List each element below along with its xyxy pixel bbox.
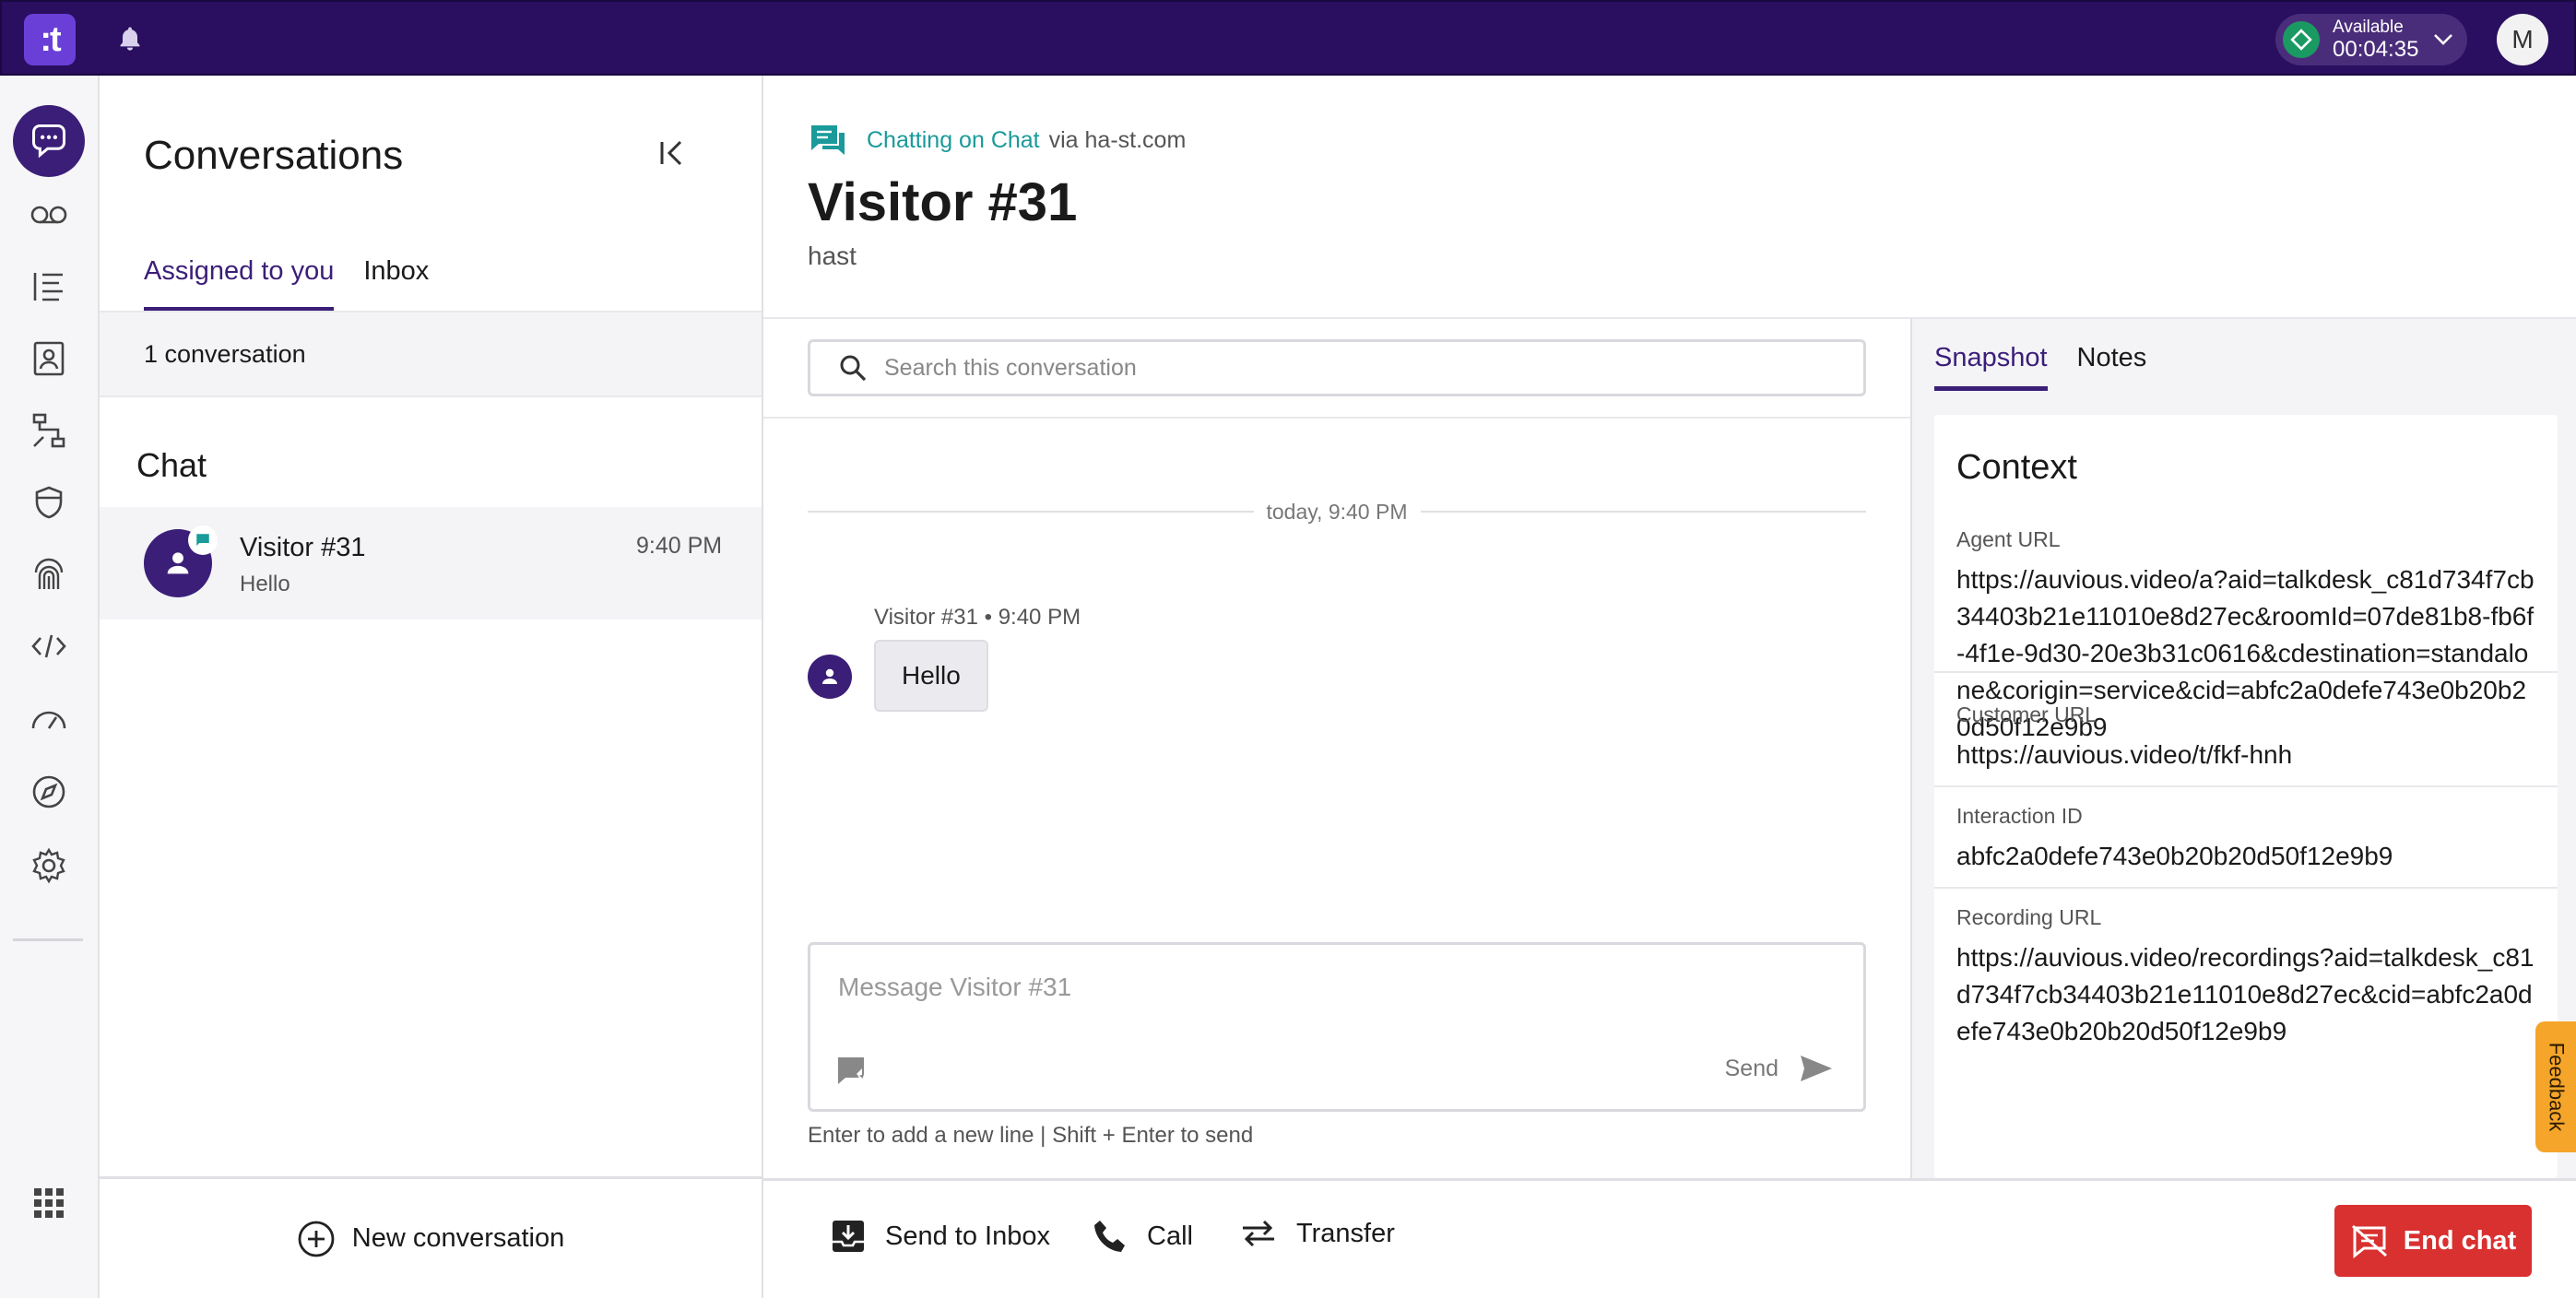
list-icon[interactable] (13, 251, 85, 323)
tab-snapshot[interactable]: Snapshot (1934, 343, 2048, 391)
status-selector[interactable]: Available 00:04:35 (2275, 14, 2467, 65)
visitor-subtitle: hast (808, 242, 857, 270)
recording-url-field: Recording URL https://auvious.video/reco… (1934, 889, 2558, 1073)
visitor-title: Visitor #31 (808, 172, 1078, 232)
chat-area: Search this conversation today, 9:40 PM … (763, 319, 1910, 1178)
transfer-icon (1243, 1220, 1274, 1247)
tab-assigned-to-you[interactable]: Assigned to you (144, 256, 335, 312)
tab-notes[interactable]: Notes (2077, 343, 2147, 391)
status-timer: 00:04:35 (2333, 37, 2419, 62)
action-bar: Send to Inbox Call Transfer End chat (763, 1178, 2576, 1298)
call-label: Call (1147, 1221, 1193, 1251)
search-divider (763, 417, 1910, 419)
send-to-inbox-label: Send to Inbox (885, 1221, 1050, 1251)
field-value[interactable]: abfc2a0defe743e0b20b20d50f12e9b9 (1956, 838, 2535, 875)
rail-divider (13, 938, 83, 941)
collapse-panel-icon[interactable] (658, 138, 686, 168)
customer-url-field: Customer URL https://auvious.video/t/fkf… (1934, 686, 2558, 787)
chat-channel-icon (188, 525, 218, 555)
field-label: Recording URL (1956, 905, 2102, 929)
day-separator: today, 9:40 PM (808, 500, 1866, 525)
send-to-inbox-button[interactable]: Send to Inbox (830, 1218, 1050, 1255)
canned-responses-icon[interactable] (834, 1054, 869, 1089)
search-placeholder: Search this conversation (884, 354, 1137, 381)
apps-icon[interactable] (13, 1167, 85, 1239)
contacts-icon[interactable] (13, 323, 85, 395)
conversation-count: 1 conversation (100, 313, 762, 397)
available-status-icon (2283, 21, 2320, 58)
shield-icon[interactable] (13, 466, 85, 538)
voicemail-icon[interactable] (13, 179, 85, 251)
conversation-time: 9:40 PM (636, 533, 723, 559)
day-separator-text: today, 9:40 PM (808, 500, 1866, 525)
conversations-title: Conversations (144, 133, 404, 178)
context-panel: Snapshot Notes Context Agent URL https:/… (1910, 319, 2576, 1178)
status-text: Available 00:04:35 (2333, 18, 2418, 61)
conversation-name: Visitor #31 (240, 533, 366, 562)
group-title-chat: Chat (136, 446, 207, 484)
chat-channel-icon (811, 125, 845, 155)
field-label: Interaction ID (1956, 804, 2083, 828)
field-label: Agent URL (1956, 527, 2061, 551)
send-label: Send (1724, 1055, 1778, 1081)
context-card: Context Agent URL https://auvious.video/… (1934, 415, 2558, 1178)
message-bubble: Hello (874, 640, 988, 712)
conversations-panel: Conversations Assigned to you Inbox 1 co… (100, 76, 763, 1298)
context-title: Context (1956, 448, 2077, 487)
compass-icon[interactable] (13, 756, 85, 828)
call-button[interactable]: Call (1092, 1218, 1193, 1255)
conversation-preview: Hello (240, 572, 290, 596)
interaction-id-field: Interaction ID abfc2a0defe743e0b20b20d50… (1934, 787, 2558, 889)
send-button[interactable]: Send (1725, 1054, 1834, 1083)
feedback-label: Feedback (2545, 1042, 2568, 1132)
conversations-footer: New conversation (100, 1176, 762, 1298)
end-chat-icon (2351, 1224, 2387, 1258)
bell-icon[interactable] (116, 25, 144, 54)
message-composer[interactable]: Message Visitor #31 Send (808, 942, 1866, 1112)
field-value[interactable]: https://auvious.video/t/fkf-hnh (1956, 737, 2535, 773)
flows-icon[interactable] (13, 395, 85, 466)
transfer-button[interactable]: Transfer (1239, 1218, 1395, 1249)
conversation-list-item[interactable]: Visitor #31 Hello 9:40 PM (100, 507, 762, 620)
code-icon[interactable] (13, 610, 85, 682)
channel-via: via ha-st.com (1048, 126, 1187, 153)
agent-url-field: Agent URL https://auvious.video/a?aid=ta… (1934, 527, 2558, 741)
new-conversation-label: New conversation (351, 1223, 565, 1253)
message-avatar (808, 655, 852, 699)
add-circle-icon (298, 1221, 335, 1257)
app-logo[interactable]: :t (24, 14, 76, 65)
new-conversation-button[interactable]: New conversation (297, 1220, 565, 1258)
user-avatar[interactable]: M (2497, 14, 2548, 65)
dashboard-icon[interactable] (13, 682, 85, 754)
settings-icon[interactable] (13, 830, 85, 902)
status-label: Available (2333, 18, 2404, 37)
end-chat-label: End chat (2403, 1225, 2517, 1256)
send-icon (1801, 1056, 1832, 1081)
top-bar: :t Available 00:04:35 M (0, 0, 2576, 76)
context-tabs: Snapshot Notes (1934, 343, 2176, 391)
conversations-icon[interactable] (13, 105, 85, 177)
search-input[interactable]: Search this conversation (808, 339, 1866, 396)
search-icon (840, 355, 867, 382)
transfer-label: Transfer (1296, 1218, 1395, 1248)
composer-placeholder: Message Visitor #31 (838, 973, 1072, 1001)
phone-icon (1094, 1221, 1125, 1252)
end-chat-button[interactable]: End chat (2334, 1205, 2532, 1277)
channel-name[interactable]: Chatting on Chat (867, 127, 1040, 154)
conversation-header: Chatting on Chat via ha-st.com Visitor #… (763, 76, 2576, 319)
composer-hint: Enter to add a new line | Shift + Enter … (808, 1123, 1254, 1148)
feedback-button[interactable]: Feedback (2535, 1021, 2576, 1152)
tab-inbox[interactable]: Inbox (363, 256, 429, 312)
message-meta: Visitor #31 • 9:40 PM (874, 605, 1081, 630)
chevron-down-icon (2433, 33, 2453, 46)
inbox-icon (833, 1221, 864, 1252)
fingerprint-icon[interactable] (13, 538, 85, 610)
field-label: Customer URL (1956, 702, 2097, 726)
conversation-tabs: Assigned to you Inbox (144, 256, 458, 312)
left-nav-rail (0, 76, 100, 1298)
channel-row: Chatting on Chat via ha-st.com (808, 122, 1186, 159)
field-value[interactable]: https://auvious.video/recordings?aid=tal… (1956, 939, 2535, 1050)
